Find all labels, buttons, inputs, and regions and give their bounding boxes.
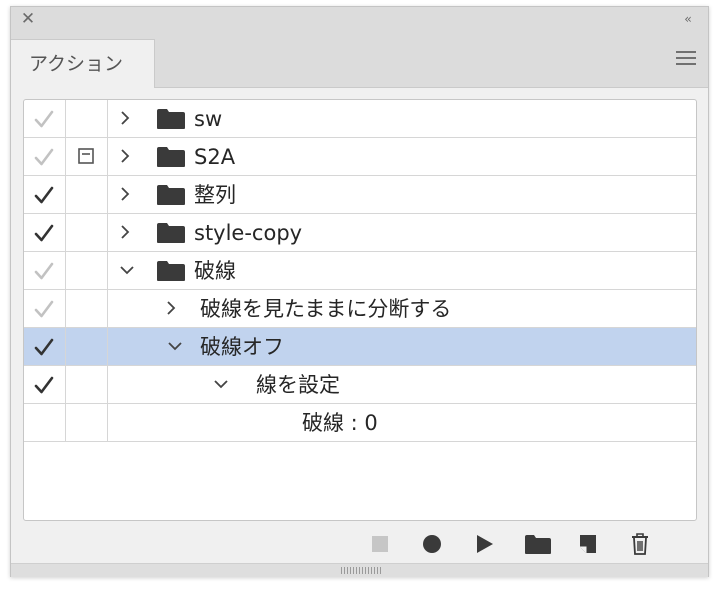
- chevron-right-icon[interactable]: [116, 147, 134, 165]
- checkmark-icon[interactable]: [33, 184, 55, 206]
- toggle-dialog-cell[interactable]: [66, 252, 108, 289]
- toggle-item-cell[interactable]: [24, 252, 66, 289]
- toggle-item-cell[interactable]: [24, 328, 66, 365]
- action-name-cell[interactable]: 破線を見たままに分断する: [108, 290, 696, 327]
- toggle-dialog-cell[interactable]: [66, 290, 108, 327]
- collapse-icon[interactable]: ‹‹: [676, 10, 698, 28]
- action-name-cell[interactable]: 整列: [108, 176, 696, 213]
- folder-icon: [157, 109, 185, 129]
- action-label: 破線を見たままに分断する: [200, 297, 452, 321]
- trash-icon[interactable]: [627, 531, 653, 557]
- checkmark-icon[interactable]: [33, 336, 55, 358]
- action-set-label: style-copy: [194, 221, 303, 245]
- action-row-set-stroke[interactable]: 線を設定: [24, 366, 696, 404]
- toggle-dialog-cell[interactable]: [66, 214, 108, 251]
- toggle-item-cell: [24, 404, 66, 441]
- chevron-right-icon[interactable]: [162, 299, 180, 317]
- chevron-down-icon[interactable]: [166, 337, 184, 355]
- action-label: 破線オフ: [200, 335, 284, 359]
- checkmark-icon[interactable]: [33, 374, 55, 396]
- hamburger-menu-icon[interactable]: [676, 51, 696, 67]
- record-icon[interactable]: [419, 531, 445, 557]
- folder-icon: [157, 147, 185, 167]
- checkmark-icon[interactable]: [33, 260, 55, 282]
- action-set-label: 整列: [194, 183, 236, 207]
- actions-panel: ✕ ‹‹ アクション sw S2A 整列 style-copy 破線 破線を見た…: [10, 6, 709, 577]
- action-set-label: 破線: [194, 259, 236, 283]
- chevron-right-icon[interactable]: [116, 185, 134, 203]
- action-row-style-copy[interactable]: style-copy: [24, 214, 696, 252]
- toggle-item-cell[interactable]: [24, 366, 66, 403]
- action-name-cell[interactable]: 破線オフ: [108, 328, 696, 365]
- tab-actions[interactable]: アクション: [11, 39, 155, 88]
- action-row-align[interactable]: 整列: [24, 176, 696, 214]
- chevron-right-icon[interactable]: [116, 109, 134, 127]
- actions-toolbar: [11, 527, 708, 561]
- panel-titlebar[interactable]: ✕ ‹‹: [11, 7, 708, 31]
- toggle-dialog-cell[interactable]: [66, 366, 108, 403]
- toggle-dialog-cell[interactable]: [66, 100, 108, 137]
- toggle-dialog-cell: [66, 404, 108, 441]
- toggle-item-cell[interactable]: [24, 138, 66, 175]
- command-label: 線を設定: [256, 373, 340, 397]
- action-row-s2a[interactable]: S2A: [24, 138, 696, 176]
- action-row-parameter[interactable]: 破線 : 0: [24, 404, 696, 442]
- folder-icon: [157, 185, 185, 205]
- new-action-icon[interactable]: [575, 531, 601, 557]
- toggle-dialog-cell[interactable]: [66, 138, 108, 175]
- action-name-cell[interactable]: style-copy: [108, 214, 696, 251]
- toggle-item-cell[interactable]: [24, 100, 66, 137]
- tab-bar: アクション: [11, 31, 708, 88]
- actions-list: sw S2A 整列 style-copy 破線 破線を見たままに分断する 破線オ…: [23, 99, 697, 521]
- play-icon[interactable]: [471, 531, 497, 557]
- action-set-label: sw: [194, 107, 223, 131]
- close-icon[interactable]: ✕: [19, 10, 37, 28]
- toggle-dialog-cell[interactable]: [66, 176, 108, 213]
- resize-grip[interactable]: [11, 563, 708, 577]
- checkmark-icon[interactable]: [33, 108, 55, 130]
- action-name-cell[interactable]: 破線 : 0: [108, 404, 696, 441]
- chevron-right-icon[interactable]: [116, 223, 134, 241]
- folder-icon: [157, 261, 185, 281]
- grip-lines: [341, 567, 381, 574]
- action-row-split-dashed[interactable]: 破線を見たままに分断する: [24, 290, 696, 328]
- action-name-cell[interactable]: sw: [108, 100, 696, 137]
- dialog-icon[interactable]: [78, 148, 94, 164]
- chevron-down-icon[interactable]: [212, 375, 230, 393]
- stop-icon[interactable]: [367, 531, 393, 557]
- chevron-down-icon[interactable]: [118, 261, 136, 279]
- toggle-item-cell[interactable]: [24, 290, 66, 327]
- checkmark-icon[interactable]: [33, 298, 55, 320]
- action-name-cell[interactable]: S2A: [108, 138, 696, 175]
- toggle-dialog-cell[interactable]: [66, 328, 108, 365]
- toggle-item-cell[interactable]: [24, 214, 66, 251]
- action-name-cell[interactable]: 線を設定: [108, 366, 696, 403]
- action-set-label: S2A: [194, 145, 236, 169]
- parameter-label: 破線 : 0: [302, 411, 378, 435]
- checkmark-icon[interactable]: [33, 222, 55, 244]
- action-name-cell[interactable]: 破線: [108, 252, 696, 289]
- action-row-dashed-off[interactable]: 破線オフ: [24, 328, 696, 366]
- folder-icon[interactable]: [523, 531, 553, 557]
- checkmark-icon[interactable]: [33, 146, 55, 168]
- toggle-item-cell[interactable]: [24, 176, 66, 213]
- folder-icon: [157, 223, 185, 243]
- action-row-dashed[interactable]: 破線: [24, 252, 696, 290]
- action-row-sw[interactable]: sw: [24, 100, 696, 138]
